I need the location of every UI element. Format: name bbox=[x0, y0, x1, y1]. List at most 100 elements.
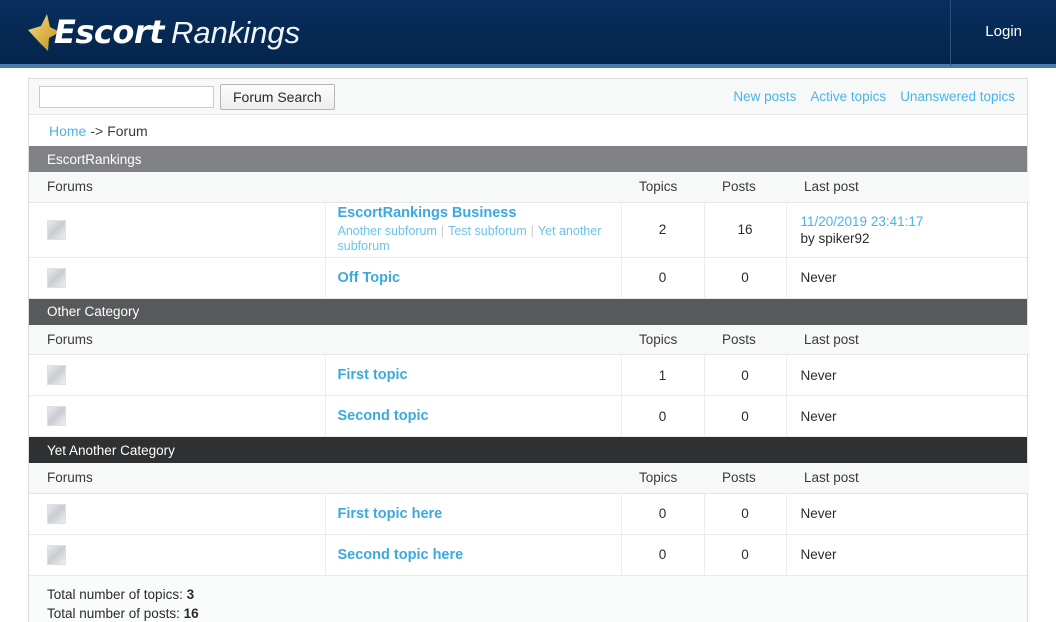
forum-row[interactable]: EscortRankings Business Another subforum |… bbox=[29, 202, 1029, 258]
subforum-separator: | bbox=[440, 224, 445, 238]
forum-icon-cell bbox=[29, 534, 326, 576]
forum-title-link[interactable]: Second topic bbox=[338, 408, 429, 424]
column-header-topics: Topics bbox=[621, 324, 704, 355]
topics-count-cell: 1 bbox=[620, 354, 704, 396]
login-link[interactable]: Login bbox=[951, 0, 1056, 66]
site-logo[interactable]: Escort Rankings bbox=[26, 12, 300, 52]
column-header-last-post: Last post bbox=[786, 463, 1029, 494]
total-topics-label: Total number of topics: bbox=[47, 586, 183, 602]
quick-link-new-posts[interactable]: New posts bbox=[733, 89, 796, 104]
last-post-cell: Never bbox=[785, 354, 1029, 396]
forum-folder-icon bbox=[47, 406, 66, 426]
column-header-topics: Topics bbox=[621, 463, 704, 494]
category-header: Other Category bbox=[29, 298, 1027, 325]
subforum-link[interactable]: Another subforum bbox=[338, 224, 437, 238]
forum-title-link[interactable]: Off Topic bbox=[338, 270, 401, 286]
forum-folder-icon bbox=[47, 267, 66, 288]
last-post-never: Never bbox=[800, 506, 837, 521]
total-posts-label: Total number of posts: bbox=[47, 606, 180, 622]
category-header: Yet Another Category bbox=[29, 437, 1027, 463]
total-topics-line: Total number of topics: 3 bbox=[47, 585, 1027, 605]
subforum-link[interactable]: Test subforum bbox=[448, 224, 527, 238]
breadcrumb-home-link[interactable]: Home bbox=[49, 123, 86, 139]
quick-links: New posts Active topics Unanswered topic… bbox=[733, 89, 1019, 104]
forum-title-link[interactable]: Second topic here bbox=[338, 547, 464, 563]
header-right-area: Login bbox=[950, 0, 1056, 66]
forum-row[interactable]: Off Topic 0 0 Never bbox=[29, 257, 1029, 299]
total-posts-value: 16 bbox=[183, 606, 199, 622]
total-posts-line: Total number of posts: 16 bbox=[47, 604, 1027, 622]
breadcrumb: Home -> Forum bbox=[29, 115, 1027, 146]
category-header: EscortRankings bbox=[29, 146, 1027, 172]
forum-folder-icon bbox=[47, 503, 66, 524]
column-header-last-post: Last post bbox=[786, 172, 1029, 203]
column-header-posts: Posts bbox=[704, 324, 786, 355]
last-post-cell: Never bbox=[785, 493, 1029, 535]
forum-folder-icon bbox=[47, 365, 66, 385]
category-list: EscortRankings Forums Topics Posts Last post… bbox=[29, 146, 1029, 576]
subforum-list: Another subforum | Test subforum | Yet anoth… bbox=[338, 224, 620, 254]
last-post-never: Never bbox=[800, 270, 837, 285]
forum-search-button[interactable]: Forum Search bbox=[220, 83, 335, 110]
topics-count-cell: 0 bbox=[620, 257, 704, 299]
topics-count-cell: 0 bbox=[620, 493, 704, 535]
search-input[interactable] bbox=[39, 85, 214, 108]
forum-table: Forums Topics Posts Last post First topic he… bbox=[29, 463, 1029, 576]
column-header-forums: Forums bbox=[29, 324, 621, 355]
totals-footer: Total number of topics: 3 Total number o… bbox=[29, 575, 1027, 622]
forum-name-cell: First topic here bbox=[325, 493, 621, 535]
column-header-last-post: Last post bbox=[786, 324, 1029, 355]
search-bar: Forum Search New posts Active topics Una… bbox=[29, 79, 1027, 115]
forum-name-cell: Second topic here bbox=[325, 534, 621, 576]
forum-folder-icon bbox=[47, 544, 66, 565]
forum-table-header-row: Forums Topics Posts Last post bbox=[29, 463, 1029, 494]
forum-title-link[interactable]: EscortRankings Business bbox=[338, 205, 517, 221]
last-post-never: Never bbox=[800, 408, 837, 424]
forum-title-link[interactable]: First topic bbox=[338, 367, 408, 383]
page-body: Forum Search New posts Active topics Una… bbox=[0, 68, 1056, 622]
topics-count-cell: 0 bbox=[620, 395, 704, 437]
forum-name-cell: EscortRankings Business Another subforum |… bbox=[325, 202, 621, 258]
column-header-posts: Posts bbox=[704, 172, 786, 203]
forum-row[interactable]: First topic here 0 0 Never bbox=[29, 493, 1029, 535]
subforum-separator: | bbox=[530, 224, 534, 238]
posts-count-cell: 16 bbox=[703, 202, 786, 258]
forum-row[interactable]: Second topic here 0 0 Never bbox=[29, 534, 1029, 576]
forum-name-cell: Off Topic bbox=[325, 257, 621, 299]
last-post-cell: 11/20/2019 23:41:17 by spiker92 bbox=[785, 202, 1029, 258]
column-header-forums: Forums bbox=[29, 463, 621, 494]
topics-count-cell: 2 bbox=[620, 202, 704, 258]
total-topics-value: 3 bbox=[186, 586, 195, 602]
forum-name-cell: First topic bbox=[325, 354, 621, 396]
brand-escort-text: Escort bbox=[54, 13, 164, 51]
last-post-date-link[interactable]: 11/20/2019 23:41:17 bbox=[801, 214, 1029, 229]
site-header: Escort Rankings Login bbox=[0, 0, 1056, 68]
forum-table-header-row: Forums Topics Posts Last post bbox=[29, 324, 1029, 355]
quick-link-unanswered-topics[interactable]: Unanswered topics bbox=[900, 89, 1015, 104]
forum-title-link[interactable]: First topic here bbox=[338, 506, 443, 522]
forum-row[interactable]: First topic 1 0 Never bbox=[29, 354, 1029, 396]
forum-table-header-row: Forums Topics Posts Last post bbox=[29, 172, 1029, 203]
topics-count-cell: 0 bbox=[620, 534, 704, 576]
forum-icon-cell bbox=[29, 493, 326, 535]
posts-count-cell: 0 bbox=[703, 534, 786, 576]
forum-table: Forums Topics Posts Last post EscortRankings… bbox=[29, 172, 1029, 299]
last-post-cell: Never bbox=[785, 534, 1029, 576]
last-post-never: Never bbox=[800, 367, 837, 383]
last-post-cell: Never bbox=[785, 395, 1029, 437]
posts-count-cell: 0 bbox=[703, 257, 786, 299]
forum-container: Forum Search New posts Active topics Una… bbox=[28, 78, 1029, 622]
forum-table: Forums Topics Posts Last post First topic 1 0 N… bbox=[29, 324, 1029, 437]
posts-count-cell: 0 bbox=[703, 354, 786, 396]
posts-count-cell: 0 bbox=[703, 395, 786, 437]
forum-icon-cell bbox=[29, 202, 326, 258]
forum-folder-icon bbox=[47, 219, 66, 240]
brand-rankings-text: Rankings bbox=[170, 14, 301, 50]
last-post-author: by spiker92 bbox=[800, 230, 870, 246]
quick-link-active-topics[interactable]: Active topics bbox=[810, 89, 886, 104]
forum-row[interactable]: Second topic 0 0 Never bbox=[29, 395, 1029, 437]
breadcrumb-separator: -> bbox=[90, 122, 104, 139]
column-header-topics: Topics bbox=[621, 172, 704, 203]
column-header-posts: Posts bbox=[704, 463, 786, 494]
forum-icon-cell bbox=[29, 354, 326, 396]
